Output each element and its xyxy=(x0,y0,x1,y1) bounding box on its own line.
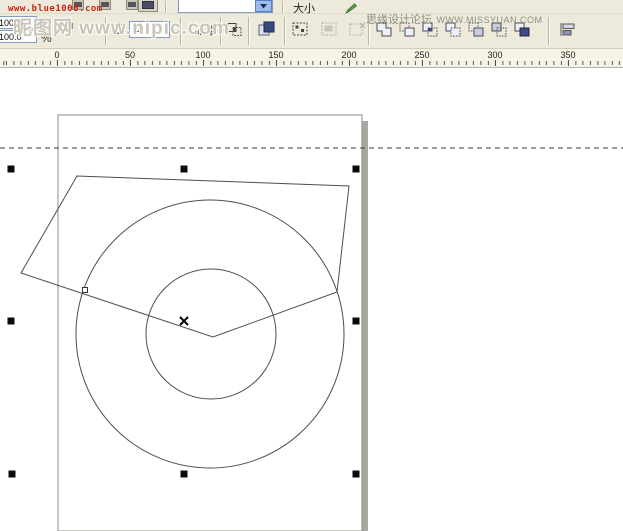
toolbar-divider xyxy=(282,1,284,13)
toolbar-divider xyxy=(165,1,167,13)
page-shadow xyxy=(362,121,368,531)
ruler-label: 50 xyxy=(125,50,135,60)
select-objects-button[interactable] xyxy=(318,20,340,38)
ruler-label: 200 xyxy=(341,50,356,60)
node-marker[interactable] xyxy=(83,288,88,293)
selection-handle[interactable] xyxy=(353,166,360,173)
marquee-icon xyxy=(321,22,338,37)
marquee-icon xyxy=(292,22,309,37)
watermark-missyuan-cn: 思缘设计论坛 xyxy=(366,14,432,26)
marquee-cross-icon xyxy=(349,22,366,37)
combo-dropdown-button[interactable] xyxy=(255,0,272,12)
align-distribute-button[interactable] xyxy=(556,20,578,38)
ruler-major-tick xyxy=(203,60,204,66)
ruler-label: 300 xyxy=(487,50,502,60)
watermark-missyuan: 思缘设计论坛 WWW.MISSYUAN.COM xyxy=(366,10,542,28)
selection-handle[interactable] xyxy=(8,318,15,325)
ruler-label: 350 xyxy=(560,50,575,60)
toolbar-divider xyxy=(548,17,550,45)
canvas[interactable] xyxy=(0,68,623,531)
ruler-major-tick xyxy=(130,60,131,66)
toolbar-divider xyxy=(248,17,250,45)
selection-handle[interactable] xyxy=(181,166,188,173)
ruler-label: 250 xyxy=(414,50,429,60)
selection-handle[interactable] xyxy=(353,471,360,478)
to-front-icon xyxy=(258,21,275,37)
selection-handle[interactable] xyxy=(8,166,15,173)
ruler-label: 150 xyxy=(268,50,283,60)
ruler-major-tick xyxy=(568,60,569,66)
toolbar-divider xyxy=(284,17,286,45)
watermark-missyuan-en: WWW.MISSYUAN.COM xyxy=(436,15,542,25)
to-front-button[interactable] xyxy=(256,20,276,38)
export-icon[interactable] xyxy=(138,0,158,12)
ruler-label: 100 xyxy=(195,50,210,60)
treat-as-filled-button[interactable] xyxy=(290,20,310,38)
selection-handle[interactable] xyxy=(353,318,360,325)
combo-dropdown-arrow-icon xyxy=(260,4,267,9)
align-icon xyxy=(559,22,576,37)
deselect-objects-button[interactable] xyxy=(346,20,368,38)
ruler-major-tick xyxy=(349,60,350,66)
ruler-major-tick xyxy=(422,60,423,66)
ruler-major-tick xyxy=(57,60,58,66)
zoom-combobox[interactable] xyxy=(178,0,273,13)
app-window: { "watermarks": { "blue1000": "www.blue1… xyxy=(0,0,623,531)
drawing-svg xyxy=(0,68,623,531)
ruler-major-tick xyxy=(495,60,496,66)
watermark-nipic: 昵图网 www.nipic.com xyxy=(13,13,230,40)
ruler-major-tick xyxy=(276,60,277,66)
toolbar-cutoff-icon[interactable] xyxy=(126,0,138,10)
selection-handle[interactable] xyxy=(181,471,188,478)
ruler[interactable]: 0 50 100 150 200 250 300 350 xyxy=(0,49,623,68)
selection-handle[interactable] xyxy=(9,471,16,478)
ruler-label: 0 xyxy=(54,50,59,60)
